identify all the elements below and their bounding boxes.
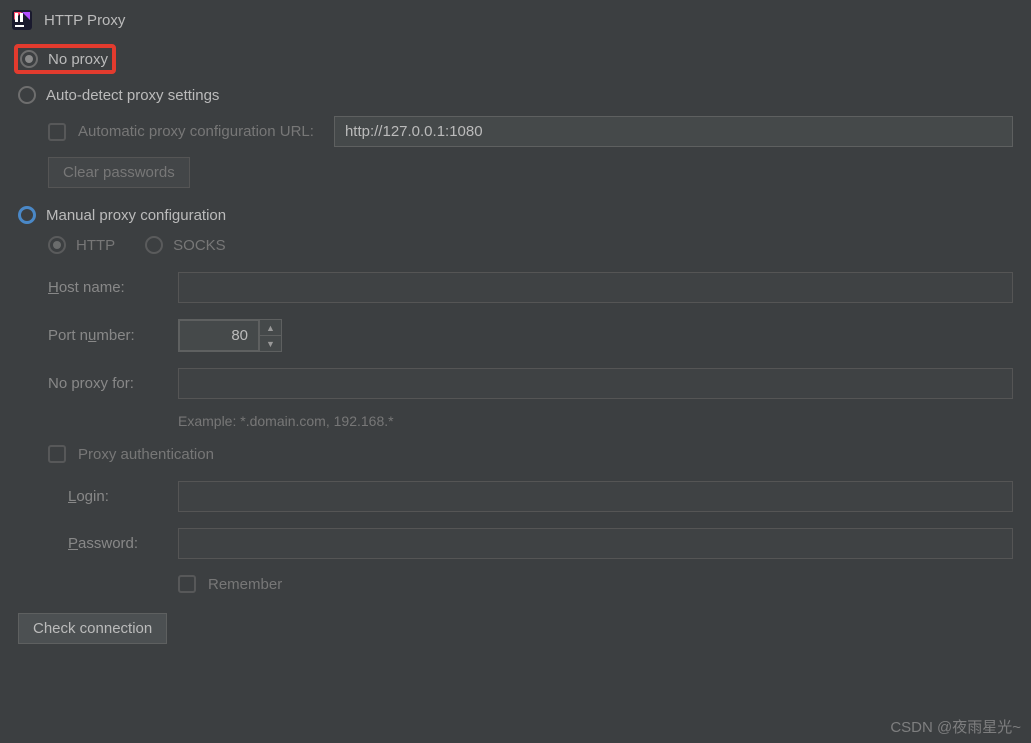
host-row: Host name:: [48, 264, 1013, 311]
window-title: HTTP Proxy: [44, 12, 125, 29]
radio-icon: [145, 236, 163, 254]
auto-detect-section: Automatic proxy configuration URL: Clear…: [48, 110, 1013, 200]
watermark: CSDN @夜雨星光~: [890, 716, 1021, 737]
login-row: Login:: [68, 473, 1013, 520]
auto-detect-option[interactable]: Auto-detect proxy settings: [18, 80, 1013, 110]
password-input[interactable]: [178, 528, 1013, 559]
port-row: Port number: ▲ ▼: [48, 311, 1013, 360]
password-label: Password:: [68, 535, 178, 552]
radio-icon: [48, 236, 66, 254]
protocol-row: HTTP SOCKS: [48, 230, 1013, 264]
password-row: Password:: [68, 520, 1013, 567]
no-proxy-label: No proxy: [48, 51, 108, 68]
login-label: Login:: [68, 488, 178, 505]
window-header: HTTP Proxy: [0, 0, 1031, 38]
auto-detect-label: Auto-detect proxy settings: [46, 87, 219, 104]
clear-passwords-button[interactable]: Clear passwords: [48, 157, 190, 188]
auth-section: Login: Password: Remember: [68, 473, 1013, 599]
proxy-auth-row[interactable]: Proxy authentication: [48, 439, 1013, 473]
login-input[interactable]: [178, 481, 1013, 512]
manual-label: Manual proxy configuration: [46, 207, 226, 224]
remember-label: Remember: [208, 576, 282, 593]
spinner-buttons[interactable]: ▲ ▼: [259, 320, 281, 351]
host-label: Host name:: [48, 279, 178, 296]
pac-url-input[interactable]: [334, 116, 1013, 147]
pac-url-row: Automatic proxy configuration URL:: [48, 110, 1013, 153]
host-input[interactable]: [178, 272, 1013, 303]
http-protocol-option[interactable]: HTTP: [48, 236, 115, 254]
no-proxy-option[interactable]: No proxy: [18, 38, 1013, 80]
noproxy-example: Example: *.domain.com, 192.168.*: [178, 407, 1013, 439]
radio-icon: [20, 50, 38, 68]
noproxy-row: No proxy for:: [48, 360, 1013, 407]
pac-label: Automatic proxy configuration URL:: [78, 123, 314, 140]
noproxy-label: No proxy for:: [48, 375, 178, 392]
spinner-down-icon[interactable]: ▼: [259, 336, 281, 351]
pac-checkbox[interactable]: [48, 123, 66, 141]
radio-icon: [18, 86, 36, 104]
highlight-marker: No proxy: [14, 44, 116, 74]
port-input[interactable]: [179, 320, 259, 351]
noproxy-input[interactable]: [178, 368, 1013, 399]
auth-label: Proxy authentication: [78, 446, 214, 463]
check-connection-button[interactable]: Check connection: [18, 613, 167, 644]
remember-checkbox[interactable]: [178, 575, 196, 593]
socks-label: SOCKS: [173, 237, 226, 254]
port-label: Port number:: [48, 327, 178, 344]
auth-checkbox[interactable]: [48, 445, 66, 463]
settings-panel: No proxy Auto-detect proxy settings Auto…: [0, 38, 1031, 654]
manual-section: HTTP SOCKS Host name: Port number: ▲ ▼ N…: [48, 230, 1013, 599]
spinner-up-icon[interactable]: ▲: [259, 320, 281, 336]
socks-protocol-option[interactable]: SOCKS: [145, 236, 226, 254]
intellij-icon: [10, 8, 34, 32]
port-spinner[interactable]: ▲ ▼: [178, 319, 282, 352]
radio-icon: [18, 206, 36, 224]
remember-row[interactable]: Remember: [178, 567, 1013, 599]
http-label: HTTP: [76, 237, 115, 254]
manual-proxy-option[interactable]: Manual proxy configuration: [18, 200, 1013, 230]
